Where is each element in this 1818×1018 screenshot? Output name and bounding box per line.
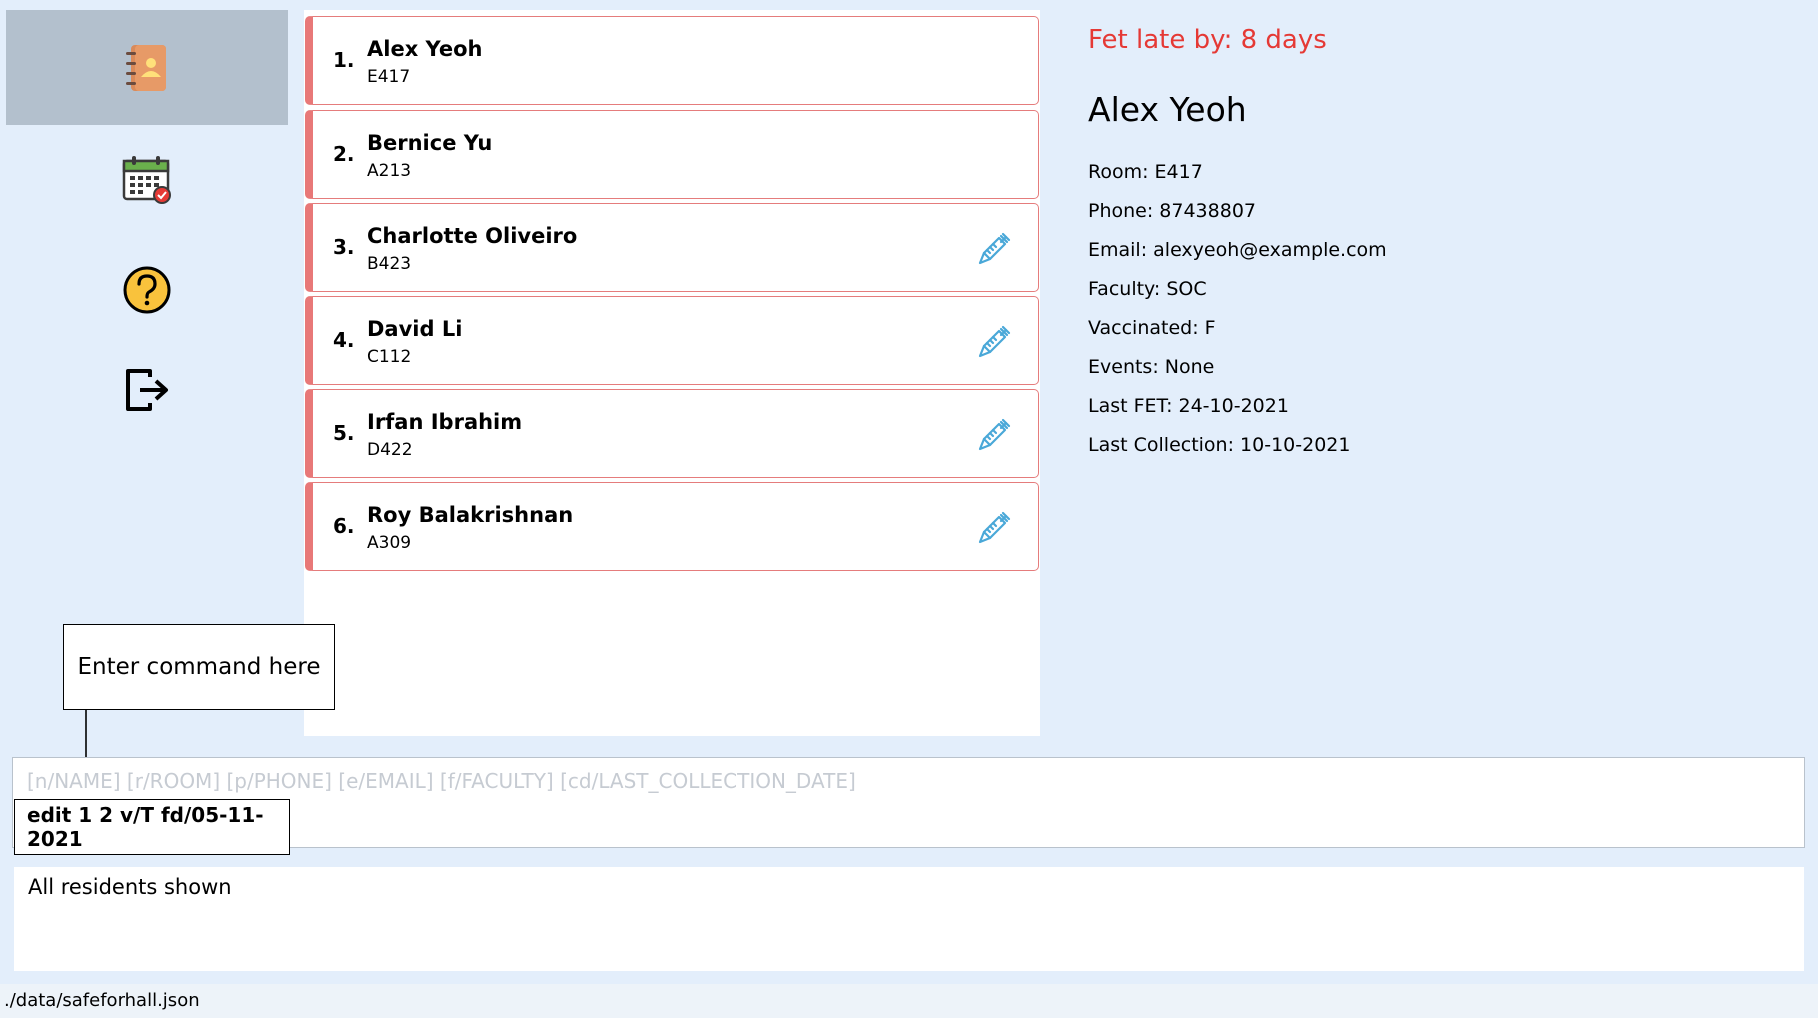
resident-name: Charlotte Oliveiro bbox=[367, 224, 578, 248]
resident-index: 4. bbox=[333, 328, 355, 352]
calendar-icon bbox=[122, 155, 172, 205]
command-example: edit 1 2 v/T fd/05-11-2021 bbox=[14, 799, 290, 855]
detail-last-collection: Last Collection: 10-10-2021 bbox=[1088, 434, 1351, 456]
help-icon bbox=[122, 265, 172, 315]
syringe-icon bbox=[977, 507, 1015, 549]
command-input[interactable] bbox=[13, 758, 1804, 804]
resident-index: 5. bbox=[333, 421, 355, 445]
detail-events: Events: None bbox=[1088, 356, 1215, 378]
resident-name: David Li bbox=[367, 317, 463, 341]
status-bar-path: ./data/safeforhall.json bbox=[0, 984, 1818, 1018]
detail-name: Alex Yeoh bbox=[1088, 90, 1247, 129]
fet-late-warning: Fet late by: 8 days bbox=[1088, 25, 1327, 55]
sidebar-item-residents[interactable] bbox=[6, 10, 288, 125]
resident-name: Irfan Ibrahim bbox=[367, 410, 523, 434]
resident-card[interactable]: 3. Charlotte Oliveiro B423 bbox=[305, 203, 1039, 292]
resident-index: 2. bbox=[333, 142, 355, 166]
resident-room: A309 bbox=[367, 533, 412, 553]
resident-index: 1. bbox=[333, 48, 355, 72]
detail-faculty: Faculty: SOC bbox=[1088, 278, 1207, 300]
syringe-icon bbox=[977, 414, 1015, 456]
address-book-icon bbox=[126, 43, 168, 93]
logout-icon bbox=[124, 367, 170, 413]
resident-index: 3. bbox=[333, 235, 355, 259]
resident-details: Fet late by: 8 days Alex Yeoh Room: E417… bbox=[1088, 20, 1788, 465]
sidebar-item-events[interactable] bbox=[6, 140, 288, 220]
syringe-icon bbox=[977, 321, 1015, 363]
resident-card[interactable]: 6. Roy Balakrishnan A309 bbox=[305, 482, 1039, 571]
resident-name: Alex Yeoh bbox=[367, 37, 483, 61]
resident-name: Bernice Yu bbox=[367, 131, 493, 155]
resident-card[interactable]: 5. Irfan Ibrahim D422 bbox=[305, 389, 1039, 478]
resident-room: D422 bbox=[367, 440, 413, 460]
resident-room: B423 bbox=[367, 254, 412, 274]
detail-email: Email: alexyeoh@example.com bbox=[1088, 239, 1387, 261]
sidebar-item-exit[interactable] bbox=[6, 350, 288, 430]
command-tooltip: Enter command here bbox=[63, 624, 335, 710]
resident-name: Roy Balakrishnan bbox=[367, 503, 574, 527]
result-display: All residents shown bbox=[14, 867, 1804, 971]
detail-last-fet: Last FET: 24-10-2021 bbox=[1088, 395, 1289, 417]
syringe-icon bbox=[977, 228, 1015, 270]
resident-index: 6. bbox=[333, 514, 355, 538]
resident-card[interactable]: 1. Alex Yeoh E417 bbox=[305, 16, 1039, 105]
sidebar-item-help[interactable] bbox=[6, 250, 288, 330]
resident-room: C112 bbox=[367, 347, 412, 367]
resident-card[interactable]: 2. Bernice Yu A213 bbox=[305, 110, 1039, 199]
detail-vaccinated: Vaccinated: F bbox=[1088, 317, 1216, 339]
resident-room: E417 bbox=[367, 67, 411, 87]
detail-phone: Phone: 87438807 bbox=[1088, 200, 1257, 222]
detail-room: Room: E417 bbox=[1088, 161, 1203, 183]
resident-list[interactable]: 1. Alex Yeoh E417 2. Bernice Yu A213 3. Charlot… bbox=[304, 10, 1040, 736]
resident-card[interactable]: 4. David Li C112 bbox=[305, 296, 1039, 385]
resident-room: A213 bbox=[367, 161, 412, 181]
